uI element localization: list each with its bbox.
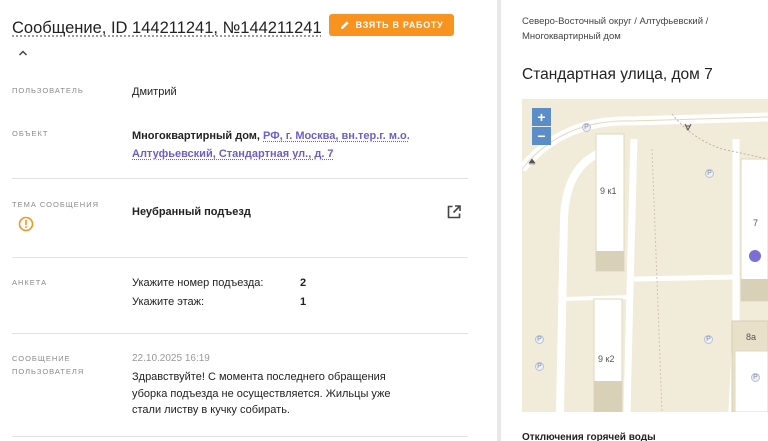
message-label-2: ПОЛЬЗОВАТЕЛЯ <box>12 367 85 376</box>
parking-icon: P <box>704 335 713 344</box>
building-label: 8а <box>746 332 757 342</box>
building-label: 9 к2 <box>598 354 615 364</box>
external-link-icon[interactable] <box>446 204 462 220</box>
zoom-out-button[interactable]: − <box>532 127 551 145</box>
object-value: Многоквартирный дом, РФ, г. Москва, вн.т… <box>132 127 412 163</box>
form-label: АНКЕТА <box>12 278 48 287</box>
map-poi-icon <box>528 158 536 165</box>
message-text: Здравствуйте! С момента последнего обращ… <box>132 371 391 416</box>
message-title[interactable]: Сообщение, ID 144211241, №144211241 <box>12 15 322 67</box>
map[interactable]: + − 9 к1 9 к2 7 8а P P P P P P <box>522 99 768 412</box>
divider <box>12 436 468 437</box>
hot-water-outages-title: Отключения горячей воды <box>522 432 656 441</box>
topic-label: ТЕМА СООБЩЕНИЯ <box>12 200 100 209</box>
object-label: ОБЪЕКТ <box>12 129 49 138</box>
warning-circle-icon <box>18 216 34 232</box>
pencil-icon <box>340 21 349 29</box>
message-details-panel: Сообщение, ID 144211241, №144211241 ВЗЯТ… <box>0 0 490 441</box>
address-title: Стандартная улица, дом 7 <box>522 66 713 83</box>
parking-icon: P <box>535 362 544 371</box>
divider <box>12 257 468 258</box>
user-label: ПОЛЬЗОВАТЕЛЬ <box>12 86 84 95</box>
take-to-work-label: ВЗЯТЬ В РАБОТУ <box>355 20 444 30</box>
breadcrumb: Северо-Восточный округ / Алтуфьевский / … <box>522 16 709 42</box>
divider <box>12 178 468 179</box>
form-question: Укажите номер подъезда: <box>132 277 264 289</box>
message-title-text[interactable]: Сообщение, ID 144211241, №144211241 <box>12 19 322 37</box>
building-label: 9 к1 <box>600 186 617 196</box>
form-answer: 1 <box>300 296 307 308</box>
topic-value: Неубранный подъезд <box>132 206 251 218</box>
object-marker[interactable] <box>749 250 761 262</box>
parking-icon: P <box>705 169 714 178</box>
parking-icon: P <box>535 335 544 344</box>
building-label: 7 <box>753 218 759 228</box>
take-to-work-button[interactable]: ВЗЯТЬ В РАБОТУ <box>329 14 454 36</box>
form-answer: 2 <box>300 277 307 289</box>
map-poi-icon <box>684 123 692 131</box>
parking-icon: P <box>751 373 760 382</box>
object-info-panel: Северо-Восточный округ / Алтуфьевский / … <box>501 0 768 441</box>
user-value: Дмитрий <box>132 86 177 98</box>
map-background <box>522 112 768 412</box>
form-question: Укажите этаж: <box>132 296 205 308</box>
parking-icon: P <box>582 123 591 132</box>
object-type: Многоквартирный дом, <box>132 130 264 142</box>
zoom-in-button[interactable]: + <box>532 108 551 126</box>
message-date: 22.10.2025 16:19 <box>132 353 210 364</box>
divider <box>12 333 468 334</box>
chevron-up-icon[interactable] <box>18 48 28 58</box>
